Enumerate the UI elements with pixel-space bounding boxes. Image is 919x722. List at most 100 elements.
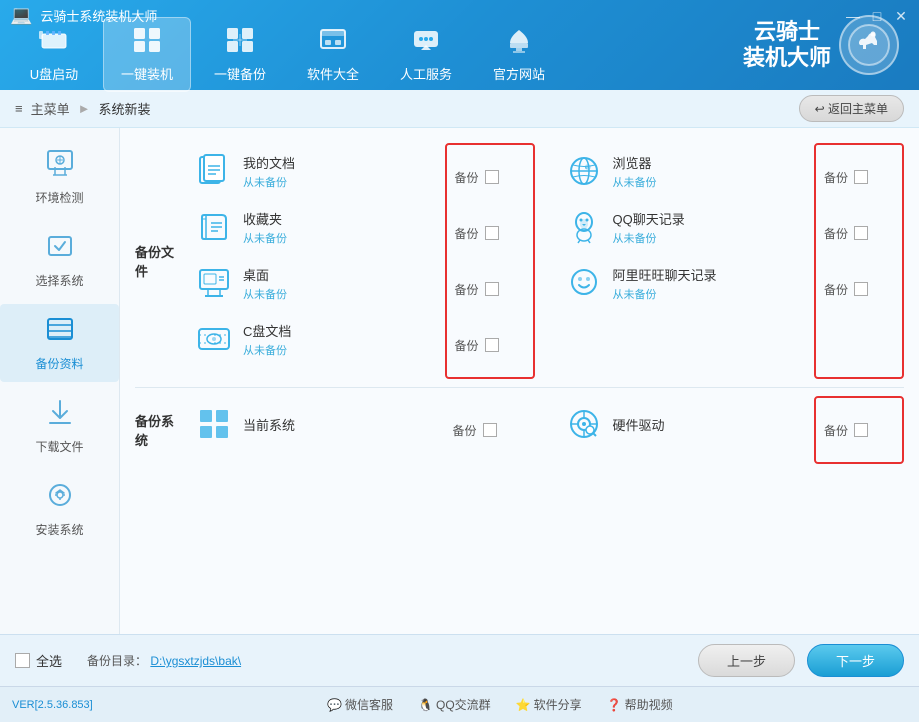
bc-qq: 备份 — [824, 205, 894, 261]
brand-icon — [839, 15, 899, 75]
sys-divider — [543, 396, 555, 464]
empty-row — [563, 311, 807, 367]
nav-website[interactable]: 官方网站 — [475, 17, 563, 92]
desktop-icon — [193, 262, 235, 304]
nav-backup[interactable]: 一键备份 — [196, 17, 284, 92]
website-icon — [504, 26, 534, 59]
app-icon: 💻 — [10, 5, 32, 26]
install-sys-icon — [45, 480, 75, 517]
sidebar-item-download[interactable]: 下载文件 — [0, 387, 119, 465]
nav-usb[interactable]: U盘启动 — [10, 17, 98, 92]
back-button[interactable]: ↩ 返回主菜单 — [799, 95, 904, 122]
footer-help[interactable]: ❓ 帮助视频 — [607, 696, 673, 713]
backup-system-label-col: 备份系统 — [135, 396, 185, 464]
backup-system-label: 备份系统 — [135, 411, 185, 449]
share-label: 软件分享 — [534, 696, 582, 713]
sidebar-backup-label: 备份资料 — [35, 355, 83, 372]
footer-wechat[interactable]: 💬 微信客服 — [327, 696, 393, 713]
bc-cdocs-check[interactable] — [485, 338, 499, 352]
sidebar-install-label: 安装系统 — [35, 521, 83, 538]
desktop-name: 桌面 — [243, 265, 437, 284]
nav-install[interactable]: 一键装机 — [103, 17, 191, 92]
c-docs-icon — [193, 318, 235, 360]
sidebar-item-backup[interactable]: 备份资料 — [0, 304, 119, 382]
right-backup-box: 备份 备份 备份 — [814, 143, 904, 379]
right-sys-backup-box: 备份 — [814, 396, 904, 464]
help-icon: ❓ — [607, 698, 622, 712]
bc-desktop: 备份 — [455, 261, 525, 317]
current-sys-name: 当前系统 — [243, 415, 437, 434]
bc-cdocs: 备份 — [455, 317, 525, 373]
breadcrumb: ≡ 主菜单 ► 系统新装 ↩ 返回主菜单 — [0, 90, 919, 128]
left-system-list: 当前系统 — [193, 396, 437, 464]
backup-dir-path[interactable]: D:\ygsxtzjds\bak\ — [150, 654, 241, 668]
footer-share[interactable]: ⭐ 软件分享 — [516, 696, 582, 713]
help-label: 帮助视频 — [625, 696, 673, 713]
breadcrumb-separator: ► — [78, 101, 91, 116]
nav-usb-label: U盘启动 — [30, 64, 78, 83]
next-button[interactable]: 下一步 — [807, 644, 904, 677]
prev-button[interactable]: 上一步 — [698, 644, 795, 677]
c-docs-name: C盘文档 — [243, 321, 437, 340]
install-icon — [132, 26, 162, 59]
bc-sys-check[interactable] — [483, 423, 497, 437]
item-qq: QQ聊天记录 从未备份 — [563, 199, 807, 255]
bc-sys: 备份 — [453, 402, 527, 458]
bc-mydocs-label: 备份 — [455, 169, 479, 186]
bc-browser-label: 备份 — [824, 169, 848, 186]
bc-browser-check[interactable] — [854, 170, 868, 184]
svg-text:e: e — [585, 165, 588, 171]
right-system-list: 硬件驱动 — [563, 396, 807, 464]
favorites-icon — [193, 206, 235, 248]
qq-icon — [563, 206, 605, 248]
footer-version: VER[2.5.36.853] — [12, 699, 93, 711]
backup-files-label: 备份文件 — [135, 242, 185, 280]
left-items-list: 我的文档 从未备份 — [193, 143, 437, 379]
select-all-checkbox[interactable] — [15, 653, 30, 668]
brand-text: 云骑士 装机大师 — [743, 19, 831, 72]
bc-qq-label: 备份 — [824, 225, 848, 242]
c-docs-detail: C盘文档 从未备份 — [243, 321, 437, 358]
bc-browser: 备份 — [824, 149, 894, 205]
desktop-status: 从未备份 — [243, 286, 437, 302]
backup-icon — [225, 26, 255, 59]
header: 💻 云骑士系统装机大师 — □ ✕ U盘启动 — [0, 0, 919, 90]
sidebar-download-label: 下载文件 — [35, 438, 83, 455]
browser-status: 从未备份 — [613, 174, 807, 190]
nav-software[interactable]: 软件大全 — [289, 17, 377, 92]
bc-mydocs: 备份 — [455, 149, 525, 205]
env-icon — [45, 148, 75, 185]
left-backup-box: 备份 备份 备份 备份 — [445, 143, 535, 379]
usb-icon — [38, 26, 70, 59]
item-my-docs: 我的文档 从未备份 — [193, 143, 437, 199]
bc-empty — [824, 317, 894, 373]
select-all-area: 全选 — [15, 651, 62, 670]
backup-dir: 备份目录： D:\ygsxtzjds\bak\ — [87, 652, 241, 669]
footer-links: 💬 微信客服 🐧 QQ交流群 ⭐ 软件分享 ❓ 帮助视频 — [93, 696, 907, 713]
footer-qq[interactable]: 🐧 QQ交流群 — [418, 696, 491, 713]
browser-name: 浏览器 — [613, 153, 807, 172]
aliwang-name: 阿里旺旺聊天记录 — [613, 265, 807, 284]
bc-favorites-check[interactable] — [485, 226, 499, 240]
bc-hardware-check[interactable] — [854, 423, 868, 437]
backup-files-section: 备份文件 我的文档 从 — [135, 143, 904, 379]
bc-mydocs-check[interactable] — [485, 170, 499, 184]
bc-aliwang-check[interactable] — [854, 282, 868, 296]
item-desktop: 桌面 从未备份 — [193, 255, 437, 311]
sidebar-item-env[interactable]: 环境检测 — [0, 138, 119, 216]
bc-desktop-check[interactable] — [485, 282, 499, 296]
version-text: VER[2.5.36.853] — [12, 699, 93, 711]
hardware-detail: 硬件驱动 — [613, 415, 807, 434]
item-hardware: 硬件驱动 — [563, 396, 807, 452]
breadcrumb-current: 系统新装 — [98, 99, 150, 118]
right-items-list: e 浏览器 从未备份 — [563, 143, 807, 379]
my-docs-icon — [193, 150, 235, 192]
nav-service-label: 人工服务 — [400, 64, 452, 83]
sidebar-item-select[interactable]: 选择系统 — [0, 221, 119, 299]
bc-qq-check[interactable] — [854, 226, 868, 240]
select-all-label: 全选 — [36, 651, 62, 670]
nav-service[interactable]: 人工服务 — [382, 17, 470, 92]
breadcrumb-home[interactable]: 主菜单 — [31, 99, 70, 118]
sidebar-item-install[interactable]: 安装系统 — [0, 470, 119, 548]
footer-qq-label: QQ交流群 — [436, 696, 491, 713]
